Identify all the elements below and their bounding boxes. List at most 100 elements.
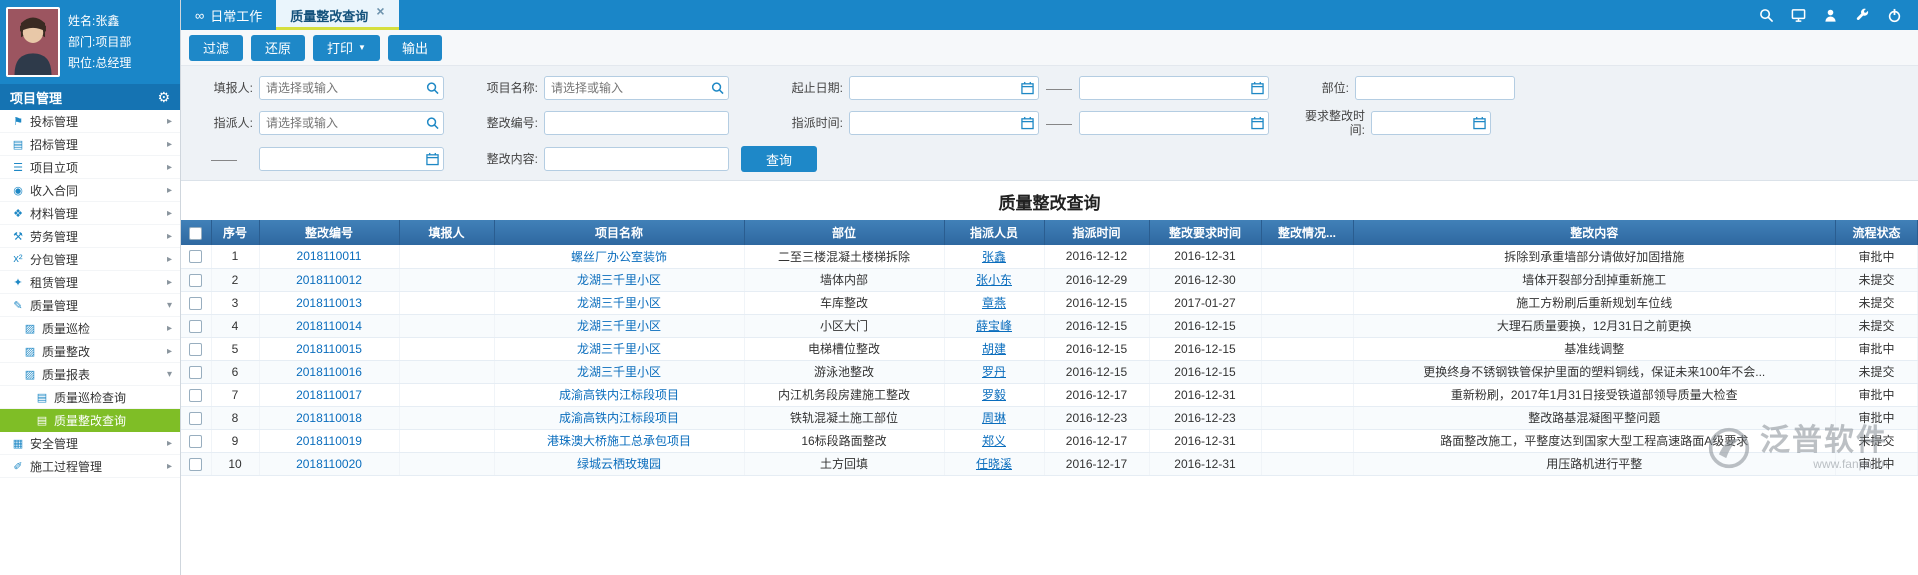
filter-button[interactable]: 过滤	[189, 35, 243, 61]
user-icon[interactable]	[1823, 8, 1838, 23]
rectify-code-link[interactable]: 2018110013	[296, 296, 362, 310]
rectify-code-link[interactable]: 2018110018	[296, 411, 362, 425]
rectify-code-input[interactable]	[544, 111, 729, 135]
search-icon[interactable]	[426, 82, 439, 95]
sidebar-item-4[interactable]: ❖材料管理▸	[0, 202, 180, 225]
sidebar-item-3[interactable]: ◉收入合同▸	[0, 179, 180, 202]
column-header-0[interactable]: 序号	[211, 220, 259, 245]
assignee-link[interactable]: 郑义	[982, 434, 1006, 448]
rectify-code-link[interactable]: 2018110011	[297, 249, 362, 263]
print-button[interactable]: 打印▼	[313, 35, 380, 61]
project-link[interactable]: 绿城云栖玫瑰园	[577, 457, 661, 471]
search-icon[interactable]	[1759, 8, 1774, 23]
calendar-icon[interactable]	[1473, 117, 1486, 130]
sidebar-item-7[interactable]: ✦租赁管理▸	[0, 271, 180, 294]
column-header-9[interactable]: 整改内容	[1353, 220, 1836, 245]
column-header-6[interactable]: 指派时间	[1044, 220, 1149, 245]
export-button[interactable]: 输出	[388, 35, 442, 61]
rectify-content-input[interactable]	[544, 147, 729, 171]
sidebar-item-0[interactable]: ⚑投标管理▸	[0, 110, 180, 133]
tab-0[interactable]: ∞日常工作	[181, 0, 276, 30]
require-time-end-input[interactable]	[259, 147, 444, 171]
column-header-8[interactable]: 整改情况...	[1261, 220, 1353, 245]
project-link[interactable]: 龙湖三千里小区	[577, 296, 661, 310]
sidebar-item-13[interactable]: ▤质量整改查询	[0, 409, 180, 432]
row-checkbox[interactable]	[189, 250, 202, 263]
sidebar-item-12[interactable]: ▤质量巡检查询	[0, 386, 180, 409]
sidebar-item-8[interactable]: ✎质量管理▾	[0, 294, 180, 317]
sidebar-item-15[interactable]: ✐施工过程管理▸	[0, 455, 180, 478]
assignee-link[interactable]: 薛宝峰	[976, 319, 1012, 333]
column-header-10[interactable]: 流程状态	[1836, 220, 1918, 245]
row-checkbox[interactable]	[189, 412, 202, 425]
row-checkbox[interactable]	[189, 389, 202, 402]
sidebar-item-5[interactable]: ⚒劳务管理▸	[0, 225, 180, 248]
assignee-link[interactable]: 张小东	[976, 273, 1012, 287]
restore-button[interactable]: 还原	[251, 35, 305, 61]
project-link[interactable]: 成渝高铁内江标段项目	[559, 388, 679, 402]
column-header-2[interactable]: 填报人	[399, 220, 494, 245]
sidebar-item-1[interactable]: ▤招标管理▸	[0, 133, 180, 156]
rectify-code-link[interactable]: 2018110019	[296, 434, 362, 448]
close-tab-icon[interactable]: ×	[376, 6, 384, 16]
calendar-icon[interactable]	[1021, 82, 1034, 95]
select-all-checkbox[interactable]	[189, 227, 202, 240]
sidebar-item-14[interactable]: ▦安全管理▸	[0, 432, 180, 455]
assign-time-start-input[interactable]	[849, 111, 1039, 135]
row-checkbox[interactable]	[189, 435, 202, 448]
start-date-input[interactable]	[849, 76, 1039, 100]
row-checkbox[interactable]	[189, 320, 202, 333]
project-link[interactable]: 龙湖三千里小区	[577, 273, 661, 287]
column-header-4[interactable]: 部位	[744, 220, 944, 245]
column-header-1[interactable]: 整改编号	[259, 220, 399, 245]
calendar-icon[interactable]	[1021, 117, 1034, 130]
project-link[interactable]: 龙湖三千里小区	[577, 319, 661, 333]
row-checkbox[interactable]	[189, 366, 202, 379]
part-input[interactable]	[1355, 76, 1515, 100]
end-date-input[interactable]	[1079, 76, 1269, 100]
wrench-icon[interactable]	[1855, 8, 1870, 23]
project-name-input[interactable]	[544, 76, 729, 100]
rectify-code-link[interactable]: 2018110012	[296, 273, 362, 287]
query-button[interactable]: 查询	[741, 146, 817, 172]
rectify-code-link[interactable]: 2018110015	[296, 342, 362, 356]
assignee-link[interactable]: 罗毅	[982, 388, 1006, 402]
row-checkbox[interactable]	[189, 274, 202, 287]
rectify-code-link[interactable]: 2018110014	[296, 319, 362, 333]
power-icon[interactable]	[1887, 8, 1902, 23]
assignee-link[interactable]: 章燕	[982, 296, 1006, 310]
rectify-code-link[interactable]: 2018110020	[296, 457, 362, 471]
assignee-link[interactable]: 任晓溪	[976, 457, 1012, 471]
sidebar-item-2[interactable]: ☰项目立项▸	[0, 156, 180, 179]
assignee-link[interactable]: 胡建	[982, 342, 1006, 356]
project-link[interactable]: 龙湖三千里小区	[577, 342, 661, 356]
sidebar-item-10[interactable]: ▨质量整改▸	[0, 340, 180, 363]
sidebar-item-9[interactable]: ▨质量巡检▸	[0, 317, 180, 340]
assign-time-end-input[interactable]	[1079, 111, 1269, 135]
assignee-link[interactable]: 周琳	[982, 411, 1006, 425]
search-icon[interactable]	[711, 82, 724, 95]
rectify-code-link[interactable]: 2018110017	[296, 388, 362, 402]
reporter-input[interactable]	[259, 76, 444, 100]
project-link[interactable]: 龙湖三千里小区	[577, 365, 661, 379]
search-icon[interactable]	[426, 117, 439, 130]
project-link[interactable]: 港珠澳大桥施工总承包项目	[547, 434, 691, 448]
column-header-3[interactable]: 项目名称	[494, 220, 744, 245]
assigner-input[interactable]	[259, 111, 444, 135]
column-header-7[interactable]: 整改要求时间	[1149, 220, 1261, 245]
project-link[interactable]: 螺丝厂办公室装饰	[571, 250, 667, 264]
calendar-icon[interactable]	[426, 153, 439, 166]
row-checkbox[interactable]	[189, 297, 202, 310]
assignee-link[interactable]: 张鑫	[982, 250, 1006, 264]
row-checkbox[interactable]	[189, 343, 202, 356]
monitor-icon[interactable]	[1791, 8, 1806, 23]
gear-icon[interactable]: ⚙	[157, 89, 170, 106]
sidebar-item-11[interactable]: ▨质量报表▾	[0, 363, 180, 386]
assignee-link[interactable]: 罗丹	[982, 365, 1006, 379]
sidebar-item-6[interactable]: x²分包管理▸	[0, 248, 180, 271]
tab-1[interactable]: 质量整改查询×	[276, 0, 398, 30]
column-header-5[interactable]: 指派人员	[944, 220, 1044, 245]
project-link[interactable]: 成渝高铁内江标段项目	[559, 411, 679, 425]
calendar-icon[interactable]	[1251, 117, 1264, 130]
calendar-icon[interactable]	[1251, 82, 1264, 95]
